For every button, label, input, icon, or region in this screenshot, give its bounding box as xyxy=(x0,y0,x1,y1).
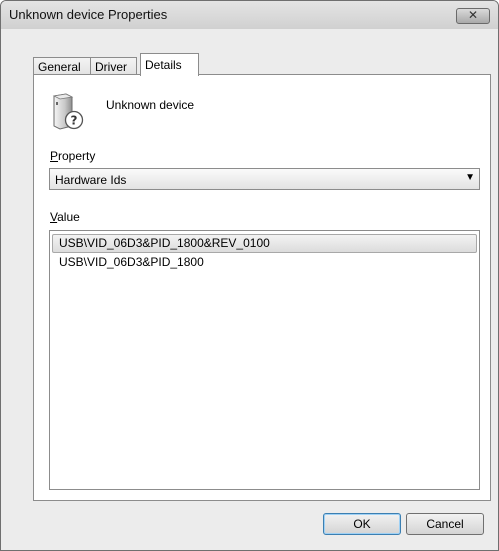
dropdown-arrow-icon[interactable]: ▼ xyxy=(465,172,475,183)
title-bar[interactable]: Unknown device Properties ✕ xyxy=(1,1,498,29)
tab-driver[interactable]: Driver xyxy=(91,57,137,75)
tab-details[interactable]: Details xyxy=(140,53,199,76)
device-name: Unknown device xyxy=(106,98,195,112)
value-list-item[interactable]: USB\VID_06D3&PID_1800 xyxy=(52,253,477,272)
property-label-accel: P xyxy=(50,149,59,163)
property-dropdown-value: Hardware Ids xyxy=(55,173,127,187)
property-label-rest: roperty xyxy=(58,149,96,163)
svg-text:?: ? xyxy=(71,114,78,128)
unknown-device-icon: ? xyxy=(52,93,84,130)
close-icon: ✕ xyxy=(467,8,479,22)
properties-window: Unknown device Properties ✕ General Driv… xyxy=(0,0,499,551)
property-dropdown[interactable]: Hardware Ids ▼ xyxy=(49,168,480,190)
value-label-rest: alue xyxy=(57,210,80,224)
value-label: Value xyxy=(50,210,80,224)
value-list-item[interactable]: USB\VID_06D3&PID_1800&REV_0100 xyxy=(52,234,477,253)
window-title: Unknown device Properties xyxy=(9,7,168,22)
value-listbox[interactable]: USB\VID_06D3&PID_1800&REV_0100 USB\VID_0… xyxy=(49,230,480,490)
details-panel: ? Unknown device Property Hardware Ids ▼… xyxy=(33,74,491,501)
close-button[interactable]: ✕ xyxy=(456,8,490,24)
tab-general[interactable]: General xyxy=(33,57,91,75)
property-label: Property xyxy=(50,149,95,163)
cancel-button[interactable]: Cancel xyxy=(406,513,484,535)
ok-button[interactable]: OK xyxy=(323,513,401,535)
